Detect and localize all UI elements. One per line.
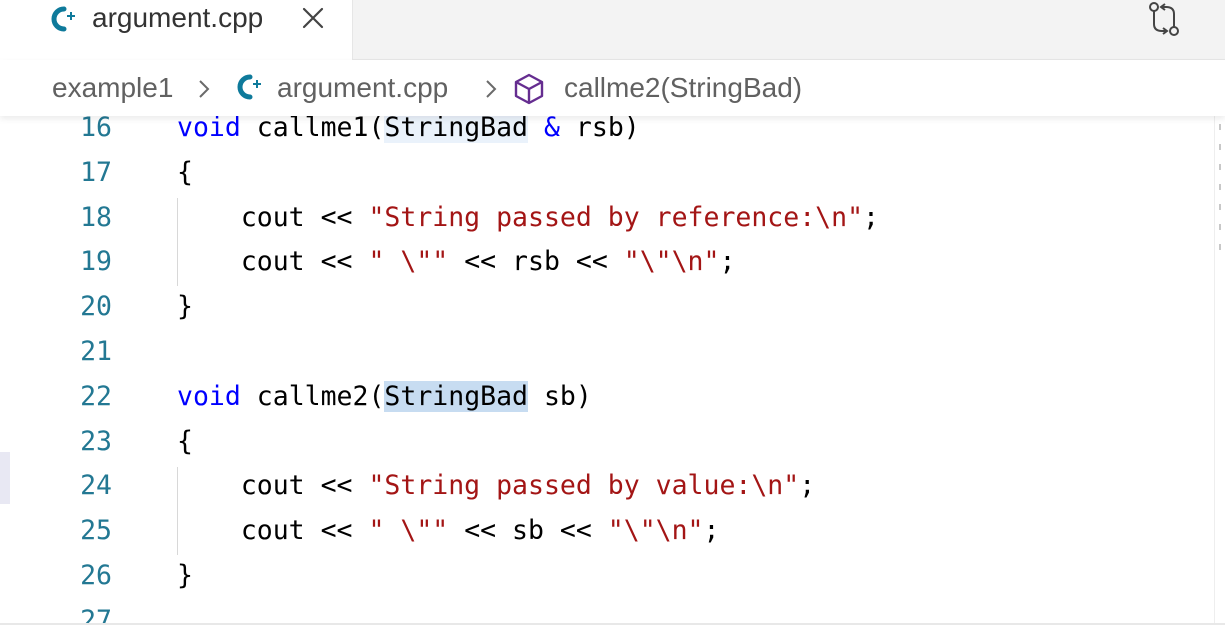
code-line[interactable]: 21 <box>0 338 1215 383</box>
breadcrumb: example1 argument.cpp callme2(StringBad) <box>0 60 1225 116</box>
scroll-marker <box>1219 144 1221 150</box>
breadcrumb-file[interactable]: argument.cpp <box>277 71 448 105</box>
code-line[interactable]: 19 cout << " \"" << rsb << "\"\n"; <box>0 248 1215 293</box>
scroll-marker <box>1219 224 1221 230</box>
scroll-marker <box>1219 204 1221 210</box>
code-token: ; <box>863 201 880 233</box>
code-token: ; <box>719 246 736 278</box>
tab-title: argument.cpp <box>92 2 264 33</box>
string-token: "String passed by value:\n" <box>368 470 800 502</box>
symbol-method-icon <box>514 73 544 105</box>
code-text: cout << "String passed by reference:\n"; <box>177 201 880 233</box>
string-token: "\"\n" <box>607 515 704 547</box>
vertical-scrollbar[interactable] <box>1214 116 1225 625</box>
code-token: } <box>177 560 193 591</box>
code-text: cout << "String passed by value:\n"; <box>177 472 815 500</box>
code-editor-window: argument.cpp example1 argument.cpp callm… <box>0 0 1225 625</box>
scroll-marker <box>1219 164 1221 170</box>
code-text: } <box>177 293 193 321</box>
code-line[interactable]: 23 { <box>0 425 1215 473</box>
code-line[interactable]: 26} <box>0 562 1215 607</box>
line-number: 20 <box>80 291 112 323</box>
code-line[interactable]: 25 cout << " \"" << sb << "\"\n"; <box>0 517 1215 562</box>
code-token: sb) <box>528 380 592 412</box>
highlighted-token: StringBad <box>384 116 529 143</box>
code-token: & <box>543 116 560 143</box>
keyword-token: void <box>177 116 241 143</box>
line-number: 25 <box>80 515 112 547</box>
code-token: { <box>177 425 193 457</box>
scroll-marker <box>1219 244 1221 250</box>
line-number: 18 <box>80 201 112 233</box>
code-token: cout << <box>177 470 369 502</box>
code-token: } <box>177 291 193 323</box>
code-token: rsb) <box>559 116 640 143</box>
code-token: ; <box>703 515 720 547</box>
chevron-right-icon <box>486 80 497 98</box>
code-line[interactable]: 17 { <box>0 156 1215 204</box>
code-token: cout << <box>177 515 369 547</box>
string-token: "\"\n" <box>623 246 720 278</box>
line-number: 21 <box>80 336 112 367</box>
close-icon[interactable] <box>300 5 326 31</box>
breadcrumb-symbol[interactable]: callme2(StringBad) <box>564 71 802 105</box>
code-text: void callme2(StringBad sb) <box>177 380 592 412</box>
code-line[interactable]: 16 void callme1(StringBad & rsb) <box>0 116 1215 159</box>
tab-argument-cpp[interactable]: argument.cpp <box>0 0 353 60</box>
code-text: cout << " \"" << rsb << "\"\n"; <box>177 246 736 278</box>
breadcrumb-folder[interactable]: example1 <box>52 71 173 105</box>
line-number: 24 <box>80 470 112 502</box>
code-token: cout << <box>177 246 369 278</box>
line-number: 17 <box>80 156 112 188</box>
keyword-token: void <box>177 380 241 412</box>
line-number: 16 <box>80 116 112 143</box>
line-number: 23 <box>80 425 112 457</box>
code-token: { <box>177 156 193 188</box>
code-token: callme2( <box>240 380 385 412</box>
string-token: "String passed by reference:\n" <box>368 201 864 233</box>
code-line[interactable]: 22 void callme2(StringBad sb) <box>0 380 1215 428</box>
editor-content[interactable]: 16 void callme1(StringBad & rsb) 17{18 cou… <box>0 116 1225 625</box>
git-compare-icon[interactable] <box>1146 0 1182 40</box>
code-line[interactable]: 24 cout << "String passed by value:\n"; <box>0 472 1215 517</box>
code-text: } <box>177 562 193 590</box>
scroll-marker <box>1219 124 1221 130</box>
line-number: 19 <box>80 246 112 278</box>
code-token: ; <box>799 470 816 502</box>
highlighted-token: StringBad <box>384 380 529 412</box>
code-text: { <box>177 156 193 188</box>
diff-marker <box>0 452 10 504</box>
code-token: cout << <box>177 201 369 233</box>
line-number: 26 <box>80 560 112 591</box>
string-token: " \"" <box>368 515 449 547</box>
code-token: << rsb << <box>448 246 624 278</box>
scroll-marker <box>1219 184 1221 190</box>
code-line[interactable]: 20} <box>0 293 1215 338</box>
code-line[interactable]: 18 cout << "String passed by reference:\… <box>0 201 1215 249</box>
code-text: { <box>177 425 193 457</box>
code-text: cout << " \"" << sb << "\"\n"; <box>177 515 720 547</box>
line-number: 22 <box>80 380 112 412</box>
cpp-file-icon <box>237 74 261 100</box>
cpp-file-icon <box>51 6 75 32</box>
code-text: void callme1(StringBad & rsb) <box>177 116 640 143</box>
tab-bar: argument.cpp <box>0 0 1225 60</box>
code-token: callme1( <box>240 116 385 143</box>
chevron-right-icon <box>199 80 210 98</box>
string-token: " \"" <box>368 246 449 278</box>
code-token: << sb << <box>448 515 608 547</box>
